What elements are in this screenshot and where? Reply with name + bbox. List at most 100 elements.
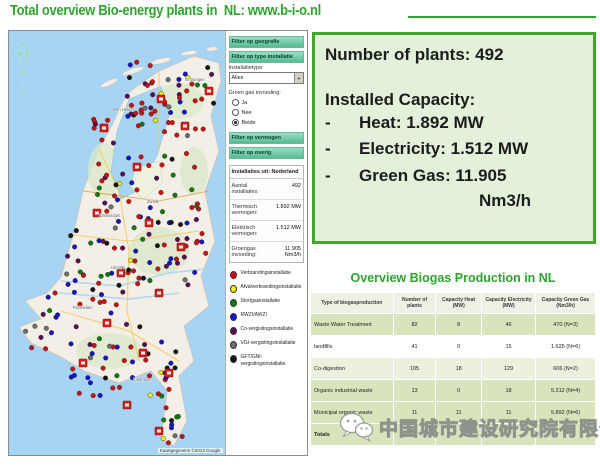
plant-marker-icon[interactable] [184,151,189,156]
plant-marker-icon[interactable] [159,370,164,375]
plant-marker-icon[interactable] [91,287,96,292]
plant-marker-icon[interactable] [105,272,110,277]
plant-marker-icon[interactable] [53,291,58,296]
plant-marker-icon[interactable] [166,441,171,446]
plant-marker-icon[interactable] [81,273,86,278]
plant-marker-icon[interactable] [169,361,174,366]
plant-marker-icon[interactable] [169,256,174,261]
plant-marker-icon[interactable] [92,343,97,348]
plant-marker-icon[interactable] [130,360,135,365]
plant-marker-icon[interactable] [68,233,73,238]
plant-marker-icon[interactable] [131,269,136,274]
plant-marker-icon[interactable] [100,138,105,143]
plant-marker-icon[interactable] [97,186,102,191]
dropdown-arrow-icon[interactable]: ▼ [294,73,303,83]
plant-marker-icon[interactable] [155,243,160,248]
plant-marker-icon[interactable] [111,386,116,391]
plant-marker-icon[interactable] [159,190,164,195]
plant-marker-icon[interactable] [104,173,109,178]
plant-marker-icon[interactable] [168,110,173,115]
plant-marker-icon[interactable] [44,326,49,331]
radio-ja[interactable]: Ja [232,99,304,106]
plant-marker-icon[interactable] [150,92,155,97]
plant-marker-icon[interactable] [127,199,132,204]
plant-marker-icon[interactable] [185,133,190,138]
section-filter-overig[interactable]: Filter op overig [229,147,304,159]
plant-marker-icon[interactable] [113,226,118,231]
plant-marker-icon[interactable] [193,99,198,104]
plant-marker-icon[interactable] [140,237,145,242]
plant-marker-icon[interactable] [73,278,78,283]
plant-marker-icon[interactable] [126,268,131,273]
plant-marker-icon[interactable] [162,154,167,159]
plant-marker-icon[interactable] [88,342,93,347]
plant-marker-icon[interactable] [29,345,34,350]
netherlands-map[interactable]: Den HelderGroningenZwolleAmsterdamUtrech… [9,31,226,455]
plant-marker-icon[interactable] [115,198,120,203]
plant-marker-icon[interactable] [169,418,174,423]
plant-marker-icon[interactable] [33,324,38,329]
plant-marker-icon[interactable] [97,336,102,341]
plant-marker-icon[interactable] [169,220,174,225]
plant-marker-icon[interactable] [117,385,122,390]
plant-marker-icon[interactable] [112,194,117,199]
plant-marker-icon[interactable] [148,393,153,398]
plant-marker-icon[interactable] [140,101,145,106]
plant-marker-icon[interactable] [115,373,120,378]
plant-marker-icon[interactable] [117,283,122,288]
plant-marker-icon[interactable] [125,94,130,99]
plant-marker-icon[interactable] [49,330,54,335]
plant-marker-icon[interactable] [129,112,134,117]
plant-marker-icon[interactable] [74,324,79,329]
plant-marker-icon[interactable] [100,179,105,184]
plant-marker-icon[interactable] [167,387,172,392]
plant-marker-icon[interactable] [95,192,100,197]
plant-marker-icon[interactable] [69,342,74,347]
plant-marker-icon[interactable] [175,261,180,266]
plant-marker-icon[interactable] [133,249,138,254]
plant-marker-icon[interactable] [114,303,119,308]
plant-marker-icon[interactable] [194,217,199,222]
radio-nee[interactable]: Nee [232,109,304,116]
plant-marker-icon[interactable] [65,254,70,259]
plant-marker-icon[interactable] [132,225,137,230]
plant-marker-icon[interactable] [129,345,134,350]
plant-marker-icon[interactable] [178,222,183,227]
plant-marker-icon[interactable] [173,366,178,371]
pan-left-icon[interactable] [15,49,21,58]
plant-marker-icon[interactable] [182,110,187,115]
plant-marker-icon[interactable] [148,63,153,68]
plant-marker-icon[interactable] [153,118,158,123]
plant-marker-icon[interactable] [86,375,91,380]
plant-marker-icon[interactable] [193,127,198,132]
plant-marker-icon[interactable] [107,344,112,349]
plant-marker-icon[interactable] [169,426,174,431]
plant-marker-icon[interactable] [145,83,150,88]
plant-marker-icon[interactable] [114,183,119,188]
plant-marker-icon[interactable] [166,120,171,125]
plant-marker-icon[interactable] [148,278,153,283]
plant-marker-icon[interactable] [162,243,167,248]
plant-marker-icon[interactable] [175,237,180,242]
plant-marker-icon[interactable] [102,299,107,304]
plant-marker-icon[interactable] [156,220,161,225]
plant-marker-icon[interactable] [178,100,183,105]
plant-marker-icon[interactable] [124,322,129,327]
plant-marker-icon[interactable] [134,111,139,116]
plant-marker-icon[interactable] [164,406,169,411]
plant-marker-icon[interactable] [192,165,197,170]
plant-marker-icon[interactable] [55,313,60,318]
plant-marker-icon[interactable] [211,101,216,106]
plant-marker-icon[interactable] [166,77,171,82]
plant-marker-icon[interactable] [153,109,158,114]
plant-marker-icon[interactable] [120,246,125,251]
plant-marker-icon[interactable] [74,228,79,233]
plant-marker-icon[interactable] [173,434,178,439]
plant-marker-icon[interactable] [41,312,46,317]
section-filter-type[interactable]: Filter op type installatie [229,51,304,63]
plant-marker-icon[interactable] [162,129,167,134]
plant-marker-icon[interactable] [167,105,172,110]
plant-marker-icon[interactable] [109,311,114,316]
plant-marker-icon[interactable] [205,65,210,70]
section-filter-vermogen[interactable]: Filter op vermogen [229,132,304,144]
